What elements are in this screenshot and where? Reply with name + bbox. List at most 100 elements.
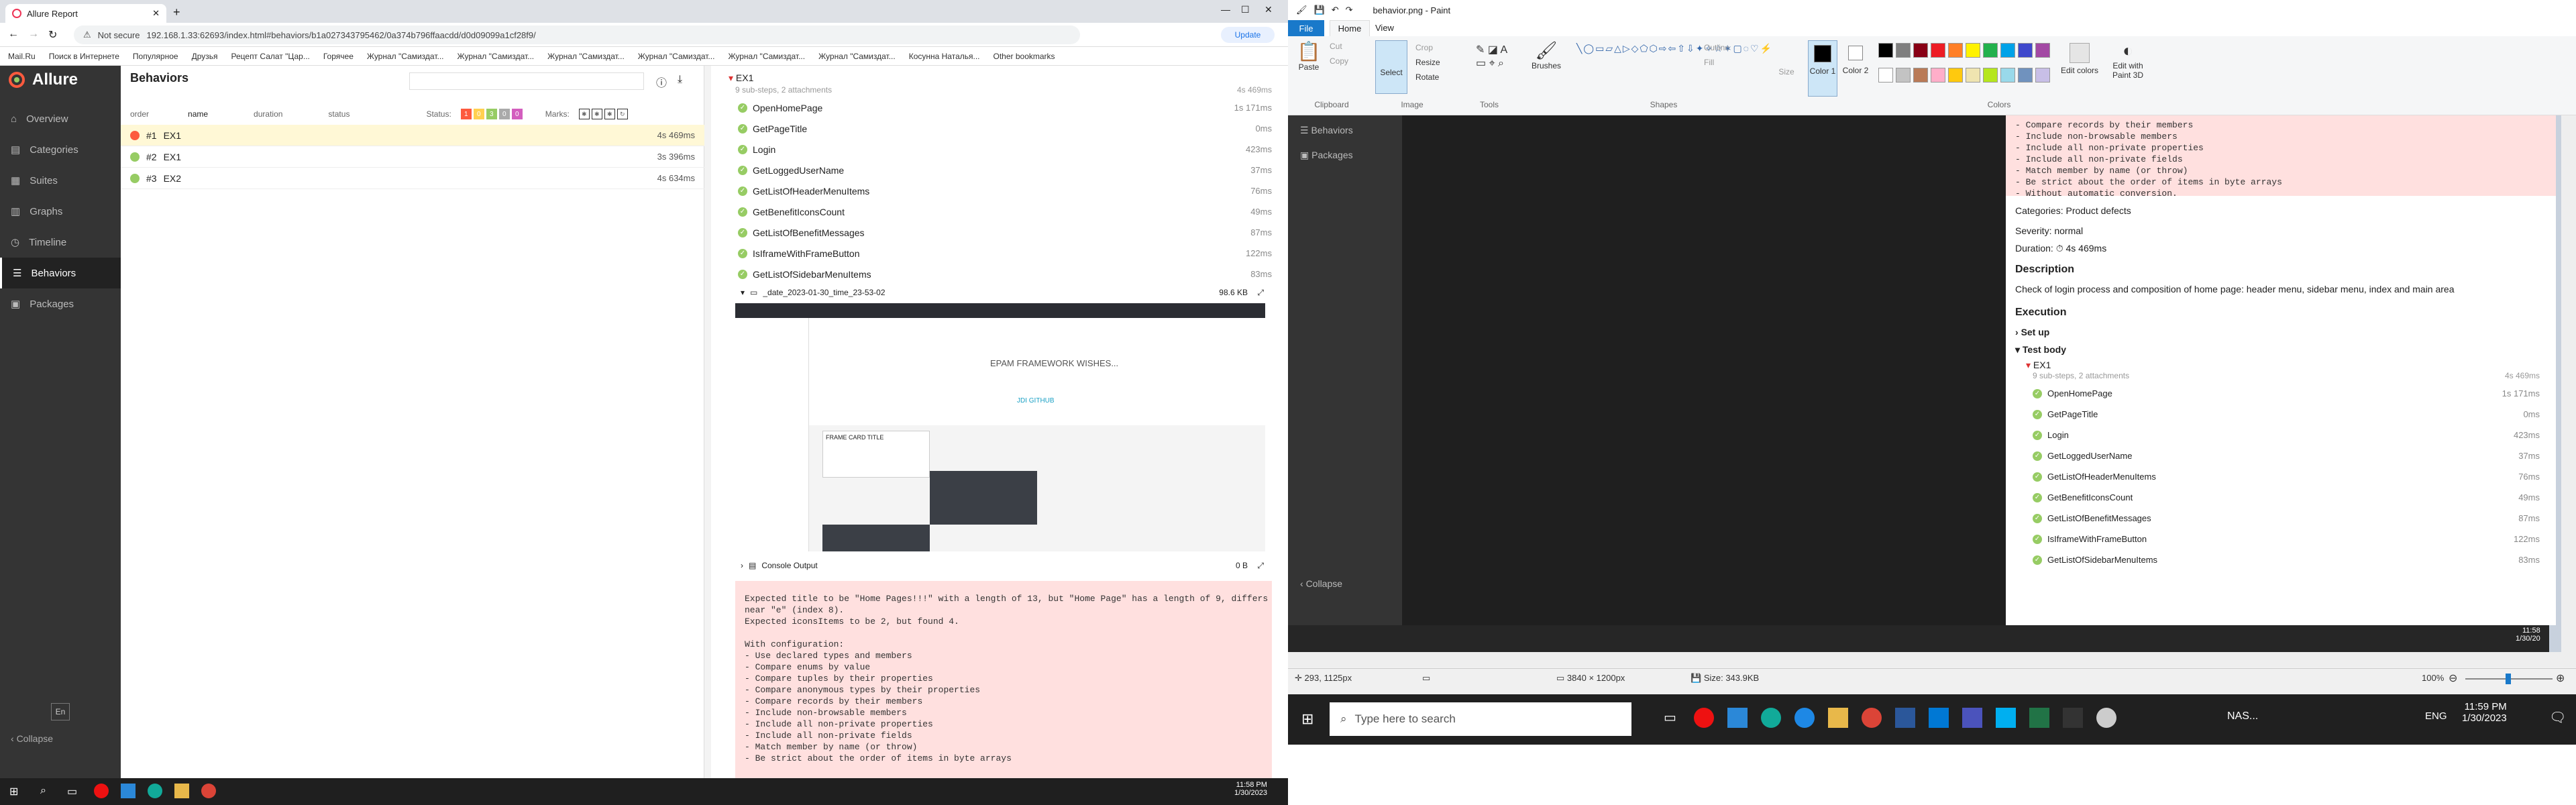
status-passed-count[interactable]: 3	[486, 109, 497, 119]
vertical-scrollbar[interactable]	[2561, 115, 2576, 652]
file-explorer-icon[interactable]	[1828, 708, 1848, 728]
maximize-icon[interactable]: ☐	[1241, 4, 1250, 15]
browser-tab[interactable]: Allure Report ✕	[5, 4, 166, 23]
color-swatch[interactable]	[2018, 43, 2033, 58]
color-swatch[interactable]	[1896, 68, 1911, 83]
browser-icon[interactable]	[1794, 708, 1815, 728]
behavior-row[interactable]: #2 EX1 3s 396ms	[121, 146, 704, 168]
file-explorer-icon[interactable]	[174, 784, 189, 798]
status-failed-count[interactable]: 1	[460, 109, 472, 119]
console-output-header[interactable]: › ▤ Console Output 0 B ⤢	[711, 555, 1288, 576]
color-swatch[interactable]	[1983, 68, 1998, 83]
clock[interactable]: 11:58 PM 1/30/2023	[1234, 781, 1267, 797]
bookmark[interactable]: Друзья	[192, 52, 218, 61]
bookmark[interactable]: Журнал "Самиздат...	[458, 52, 535, 61]
paint3d-button[interactable]: ◐ Edit with Paint 3D	[2103, 40, 2153, 97]
zoom-in-icon[interactable]: ⊕	[2556, 672, 2565, 685]
app-icon[interactable]	[2096, 708, 2116, 728]
color-swatch[interactable]	[1896, 43, 1911, 58]
clock[interactable]: 11:59 PM 1/30/2023	[2462, 701, 2507, 724]
nav-categories[interactable]: ▤ Categories	[0, 134, 121, 165]
color-swatch[interactable]	[1948, 43, 1963, 58]
sub-step[interactable]: ✓ Login 423ms	[711, 139, 1288, 160]
picker-icon[interactable]: ⌖	[1489, 58, 1495, 69]
retries-mark-icon[interactable]: ↻	[616, 109, 628, 119]
undo-icon[interactable]: ↶	[1332, 5, 1339, 15]
size-button[interactable]: Size	[1771, 40, 1802, 94]
behavior-row[interactable]: #3 EX2 4s 634ms	[121, 168, 704, 189]
tab-view[interactable]: View	[1375, 23, 1394, 33]
step-header[interactable]: ▾ EX1	[711, 66, 1288, 84]
bookmark[interactable]: Mail.Ru	[8, 52, 36, 61]
sub-step[interactable]: ✓ GetListOfHeaderMenuItems 76ms	[711, 180, 1288, 201]
color-swatch[interactable]	[1913, 43, 1928, 58]
color-swatch[interactable]	[1931, 43, 1945, 58]
sub-step[interactable]: ✓ IsIframeWithFrameButton 122ms	[711, 243, 1288, 264]
col-name[interactable]: name	[188, 109, 208, 119]
nas-label[interactable]: NAS...	[2227, 710, 2258, 722]
nav-overview[interactable]: ⌂ Overview	[0, 103, 121, 134]
edit-colors-button[interactable]: Edit colors	[2059, 40, 2100, 97]
color-swatch[interactable]	[1966, 43, 1980, 58]
zoom-out-icon[interactable]: ⊖	[2449, 672, 2457, 685]
expand-icon[interactable]: ⤢	[1257, 561, 1264, 571]
pencil-icon[interactable]: ✎	[1476, 44, 1485, 56]
language-button[interactable]: En	[51, 703, 70, 720]
horizontal-scrollbar[interactable]	[1288, 652, 2576, 667]
redo-icon[interactable]: ↷	[1346, 5, 1353, 15]
color-swatch[interactable]	[1913, 68, 1928, 83]
color-swatch[interactable]	[1878, 43, 1893, 58]
download-icon[interactable]: ⤓	[678, 74, 682, 86]
excel-icon[interactable]	[2029, 708, 2049, 728]
status-unknown-count[interactable]: 0	[511, 109, 523, 119]
bookmark[interactable]: Поиск в Интернете	[49, 52, 119, 61]
color-swatch[interactable]	[2035, 43, 2050, 58]
color-swatch[interactable]	[2035, 68, 2050, 83]
color-swatch[interactable]	[1983, 43, 1998, 58]
bookmark[interactable]: Рецепт Салат "Цар...	[231, 52, 310, 61]
rotate-button[interactable]: Rotate	[1415, 72, 1439, 82]
nav-timeline[interactable]: ◷ Timeline	[0, 227, 121, 258]
eraser-icon[interactable]: ▭	[1476, 58, 1486, 69]
info-icon[interactable]: ⓘ	[656, 74, 667, 90]
color-swatch[interactable]	[2000, 43, 2015, 58]
filter-input[interactable]	[409, 72, 644, 90]
col-order[interactable]: order	[130, 109, 149, 119]
collapse-button[interactable]: ‹ Collapse	[11, 733, 53, 744]
brushes-button[interactable]: 🖌 Brushes	[1529, 40, 1563, 94]
bookmark[interactable]: Журнал "Самиздат...	[638, 52, 715, 61]
language-indicator[interactable]: ENG	[2425, 710, 2447, 722]
taskbar-search[interactable]: ⌕ Type here to search	[1330, 702, 1631, 736]
nav-suites[interactable]: ▦ Suites	[0, 165, 121, 196]
flaky-mark-icon[interactable]: ✱	[578, 109, 590, 119]
skype-icon[interactable]	[1996, 708, 2016, 728]
nav-graphs[interactable]: ▥ Graphs	[0, 196, 121, 227]
opera-icon[interactable]	[1694, 708, 1714, 728]
shapes-gallery[interactable]: ╲◯▭▱△▷◇⬠⬡⇨⇦⇧⇩✦✧☆✶▢◌♡⚡	[1576, 43, 1772, 83]
minimize-icon[interactable]: —	[1221, 4, 1230, 15]
search-icon[interactable]: ⌕	[40, 785, 46, 797]
fill-button[interactable]: Fill	[1704, 58, 1714, 67]
color-swatch[interactable]	[2018, 68, 2033, 83]
behavior-row[interactable]: #1 EX1 4s 469ms	[121, 125, 704, 146]
zoom-slider[interactable]	[2465, 674, 2553, 684]
paste-button[interactable]: 📋 Paste	[1292, 40, 1326, 94]
back-icon[interactable]: ←	[8, 28, 19, 40]
bookmark[interactable]: Журнал "Самиздат...	[728, 52, 805, 61]
color-swatch[interactable]	[1966, 68, 1980, 83]
outline-button[interactable]: Outline	[1704, 43, 1729, 52]
sub-step[interactable]: ✓ GetLoggedUserName 37ms	[711, 160, 1288, 180]
bookmark[interactable]: Журнал "Самиздат...	[818, 52, 896, 61]
nav-behaviors[interactable]: ☰ Behaviors	[0, 258, 121, 288]
color-swatch[interactable]	[1931, 68, 1945, 83]
copy-button[interactable]: Copy	[1330, 56, 1348, 66]
tab-file[interactable]: File	[1288, 20, 1324, 36]
bookmark[interactable]: Журнал "Самиздат...	[547, 52, 625, 61]
new-failed-mark-icon[interactable]: ✱	[591, 109, 602, 119]
chrome-icon[interactable]	[1862, 708, 1882, 728]
omnibox[interactable]: ⚠ Not secure 192.168.1.33:62693/index.ht…	[74, 25, 1080, 44]
color2-button[interactable]: Color 2	[1841, 40, 1870, 97]
windows-start-icon[interactable]: ⊞	[9, 785, 18, 798]
new-tab-icon[interactable]: +	[173, 5, 180, 19]
text-icon[interactable]: A	[1501, 44, 1508, 56]
